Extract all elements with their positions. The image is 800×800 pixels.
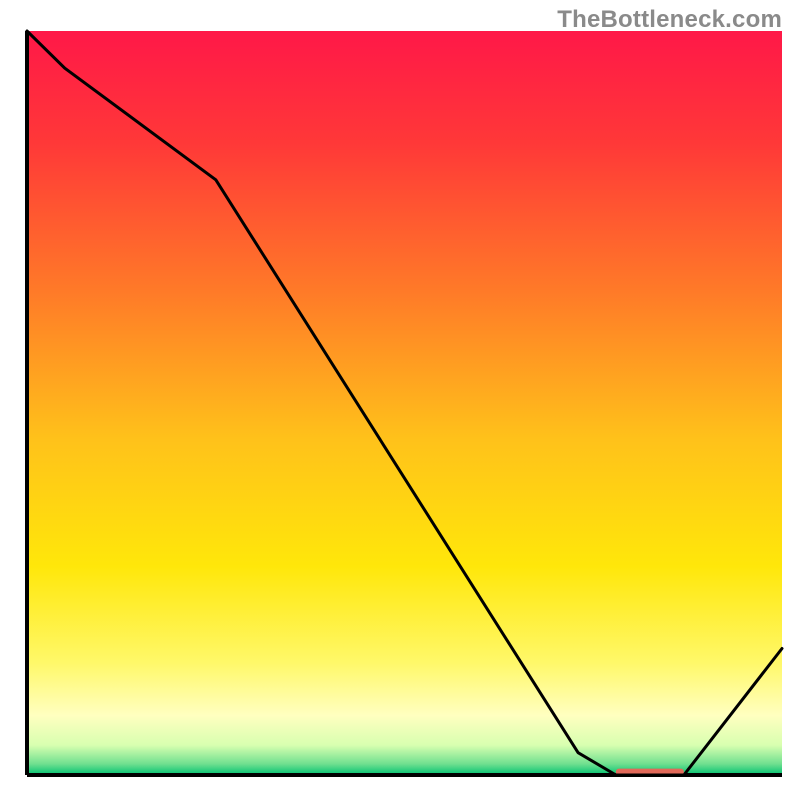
chart-svg xyxy=(0,0,800,800)
watermark-label: TheBottleneck.com xyxy=(557,6,782,34)
plot-background xyxy=(27,31,782,775)
bottleneck-chart: TheBottleneck.com xyxy=(0,0,800,800)
